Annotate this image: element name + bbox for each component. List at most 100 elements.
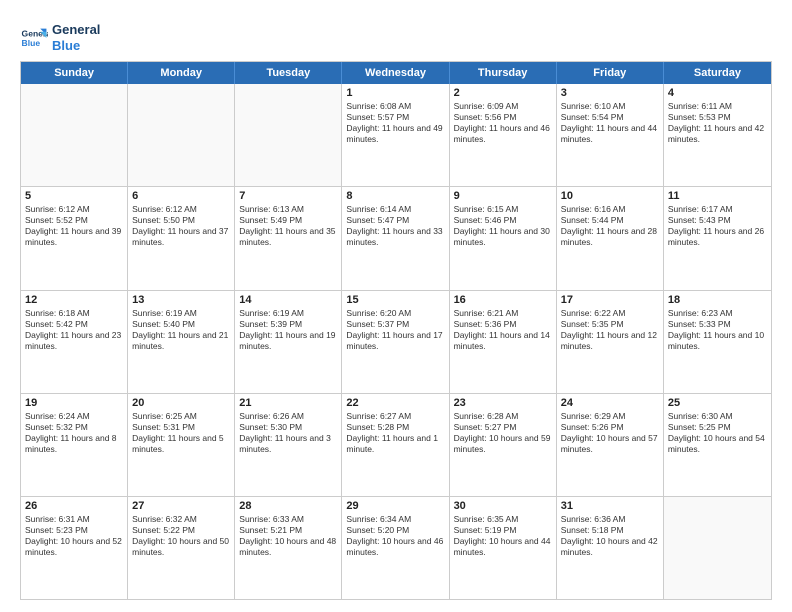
day-details: Sunrise: 6:34 AM Sunset: 5:20 PM Dayligh…: [346, 514, 444, 558]
day-number: 18: [668, 294, 767, 306]
calendar-day-6: 6 Sunrise: 6:12 AM Sunset: 5:50 PM Daylig…: [128, 187, 235, 289]
day-number: 9: [454, 190, 552, 202]
day-details: Sunrise: 6:33 AM Sunset: 5:21 PM Dayligh…: [239, 514, 337, 558]
day-details: Sunrise: 6:22 AM Sunset: 5:35 PM Dayligh…: [561, 308, 659, 352]
calendar-day-2: 2Sunrise: 6:09 AM Sunset: 5:56 PM Daylig…: [450, 84, 557, 186]
day-number: 7: [239, 190, 337, 202]
day-details: Sunrise: 6:29 AM Sunset: 5:26 PM Dayligh…: [561, 411, 659, 455]
calendar-week-5: 26Sunrise: 6:31 AM Sunset: 5:23 PM Dayli…: [21, 497, 771, 599]
day-number: 4: [668, 87, 767, 99]
day-details: Sunrise: 6:13 AM Sunset: 5:49 PM Dayligh…: [239, 204, 337, 248]
day-details: Sunrise: 6:23 AM Sunset: 5:33 PM Dayligh…: [668, 308, 767, 352]
day-number: 19: [25, 397, 123, 409]
calendar-week-2: 5 Sunrise: 6:12 AM Sunset: 5:52 PM Daylig…: [21, 187, 771, 290]
day-details: Sunrise: 6:32 AM Sunset: 5:22 PM Dayligh…: [132, 514, 230, 558]
calendar-week-4: 19 Sunrise: 6:24 AM Sunset: 5:32 PM Dayli…: [21, 394, 771, 497]
calendar-day-20: 20 Sunrise: 6:25 AM Sunset: 5:31 PM Dayli…: [128, 394, 235, 496]
calendar-day-28: 28 Sunrise: 6:33 AM Sunset: 5:21 PM Dayli…: [235, 497, 342, 599]
calendar-day-4: 4 Sunrise: 6:11 AM Sunset: 5:53 PM Daylig…: [664, 84, 771, 186]
day-details: Sunrise: 6:12 AM Sunset: 5:52 PM Dayligh…: [25, 204, 123, 248]
calendar-day-5: 5 Sunrise: 6:12 AM Sunset: 5:52 PM Daylig…: [21, 187, 128, 289]
day-number: 5: [25, 190, 123, 202]
day-details: Sunrise: 6:16 AM Sunset: 5:44 PM Dayligh…: [561, 204, 659, 248]
calendar-empty-cell: [235, 84, 342, 186]
day-details: Sunrise: 6:08 AM Sunset: 5:57 PM Dayligh…: [346, 101, 444, 145]
calendar-day-27: 27 Sunrise: 6:32 AM Sunset: 5:22 PM Dayli…: [128, 497, 235, 599]
day-details: Sunrise: 6:36 AM Sunset: 5:18 PM Dayligh…: [561, 514, 659, 558]
calendar-day-15: 15Sunrise: 6:20 AM Sunset: 5:37 PM Dayli…: [342, 291, 449, 393]
day-number: 3: [561, 87, 659, 99]
calendar-day-1: 1Sunrise: 6:08 AM Sunset: 5:57 PM Daylig…: [342, 84, 449, 186]
logo: General Blue GeneralBlue: [20, 22, 100, 53]
day-number: 17: [561, 294, 659, 306]
calendar-day-24: 24 Sunrise: 6:29 AM Sunset: 5:26 PM Dayli…: [557, 394, 664, 496]
day-details: Sunrise: 6:25 AM Sunset: 5:31 PM Dayligh…: [132, 411, 230, 455]
svg-text:Blue: Blue: [22, 37, 41, 47]
day-header-friday: Friday: [557, 62, 664, 84]
calendar: SundayMondayTuesdayWednesdayThursdayFrid…: [20, 61, 772, 600]
calendar-day-29: 29 Sunrise: 6:34 AM Sunset: 5:20 PM Dayli…: [342, 497, 449, 599]
day-number: 6: [132, 190, 230, 202]
day-details: Sunrise: 6:10 AM Sunset: 5:54 PM Dayligh…: [561, 101, 659, 145]
calendar-day-12: 12 Sunrise: 6:18 AM Sunset: 5:42 PM Dayli…: [21, 291, 128, 393]
calendar-body: 1Sunrise: 6:08 AM Sunset: 5:57 PM Daylig…: [21, 84, 771, 599]
day-number: 23: [454, 397, 552, 409]
calendar-day-9: 9Sunrise: 6:15 AM Sunset: 5:46 PM Daylig…: [450, 187, 557, 289]
day-number: 28: [239, 500, 337, 512]
calendar-day-3: 3 Sunrise: 6:10 AM Sunset: 5:54 PM Daylig…: [557, 84, 664, 186]
calendar-day-10: 10 Sunrise: 6:16 AM Sunset: 5:44 PM Dayli…: [557, 187, 664, 289]
day-number: 30: [454, 500, 552, 512]
day-number: 21: [239, 397, 337, 409]
calendar-day-30: 30 Sunrise: 6:35 AM Sunset: 5:19 PM Dayli…: [450, 497, 557, 599]
day-number: 29: [346, 500, 444, 512]
calendar-day-17: 17 Sunrise: 6:22 AM Sunset: 5:35 PM Dayli…: [557, 291, 664, 393]
calendar-day-8: 8 Sunrise: 6:14 AM Sunset: 5:47 PM Daylig…: [342, 187, 449, 289]
day-details: Sunrise: 6:27 AM Sunset: 5:28 PM Dayligh…: [346, 411, 444, 455]
calendar-header: SundayMondayTuesdayWednesdayThursdayFrid…: [21, 62, 771, 84]
day-number: 15: [346, 294, 444, 306]
day-details: Sunrise: 6:19 AM Sunset: 5:40 PM Dayligh…: [132, 308, 230, 352]
day-number: 25: [668, 397, 767, 409]
day-details: Sunrise: 6:24 AM Sunset: 5:32 PM Dayligh…: [25, 411, 123, 455]
day-number: 2: [454, 87, 552, 99]
day-details: Sunrise: 6:17 AM Sunset: 5:43 PM Dayligh…: [668, 204, 767, 248]
calendar-empty-cell: [128, 84, 235, 186]
calendar-day-16: 16Sunrise: 6:21 AM Sunset: 5:36 PM Dayli…: [450, 291, 557, 393]
calendar-day-21: 21 Sunrise: 6:26 AM Sunset: 5:30 PM Dayli…: [235, 394, 342, 496]
day-details: Sunrise: 6:35 AM Sunset: 5:19 PM Dayligh…: [454, 514, 552, 558]
calendar-day-22: 22 Sunrise: 6:27 AM Sunset: 5:28 PM Dayli…: [342, 394, 449, 496]
day-header-saturday: Saturday: [664, 62, 771, 84]
calendar-day-18: 18 Sunrise: 6:23 AM Sunset: 5:33 PM Dayli…: [664, 291, 771, 393]
calendar-day-7: 7 Sunrise: 6:13 AM Sunset: 5:49 PM Daylig…: [235, 187, 342, 289]
calendar-empty-cell: [21, 84, 128, 186]
day-number: 13: [132, 294, 230, 306]
day-details: Sunrise: 6:11 AM Sunset: 5:53 PM Dayligh…: [668, 101, 767, 145]
day-number: 16: [454, 294, 552, 306]
calendar-week-3: 12 Sunrise: 6:18 AM Sunset: 5:42 PM Dayli…: [21, 291, 771, 394]
day-number: 12: [25, 294, 123, 306]
day-number: 27: [132, 500, 230, 512]
calendar-day-26: 26Sunrise: 6:31 AM Sunset: 5:23 PM Dayli…: [21, 497, 128, 599]
calendar-day-31: 31Sunrise: 6:36 AM Sunset: 5:18 PM Dayli…: [557, 497, 664, 599]
day-number: 14: [239, 294, 337, 306]
day-details: Sunrise: 6:19 AM Sunset: 5:39 PM Dayligh…: [239, 308, 337, 352]
day-number: 24: [561, 397, 659, 409]
day-details: Sunrise: 6:14 AM Sunset: 5:47 PM Dayligh…: [346, 204, 444, 248]
day-number: 10: [561, 190, 659, 202]
day-details: Sunrise: 6:18 AM Sunset: 5:42 PM Dayligh…: [25, 308, 123, 352]
day-header-wednesday: Wednesday: [342, 62, 449, 84]
day-number: 22: [346, 397, 444, 409]
day-number: 8: [346, 190, 444, 202]
day-details: Sunrise: 6:12 AM Sunset: 5:50 PM Dayligh…: [132, 204, 230, 248]
day-details: Sunrise: 6:28 AM Sunset: 5:27 PM Dayligh…: [454, 411, 552, 455]
day-details: Sunrise: 6:26 AM Sunset: 5:30 PM Dayligh…: [239, 411, 337, 455]
calendar-day-13: 13 Sunrise: 6:19 AM Sunset: 5:40 PM Dayli…: [128, 291, 235, 393]
day-number: 26: [25, 500, 123, 512]
day-number: 20: [132, 397, 230, 409]
day-details: Sunrise: 6:30 AM Sunset: 5:25 PM Dayligh…: [668, 411, 767, 455]
day-number: 11: [668, 190, 767, 202]
day-header-tuesday: Tuesday: [235, 62, 342, 84]
day-header-sunday: Sunday: [21, 62, 128, 84]
calendar-week-1: 1Sunrise: 6:08 AM Sunset: 5:57 PM Daylig…: [21, 84, 771, 187]
calendar-empty-cell: [664, 497, 771, 599]
